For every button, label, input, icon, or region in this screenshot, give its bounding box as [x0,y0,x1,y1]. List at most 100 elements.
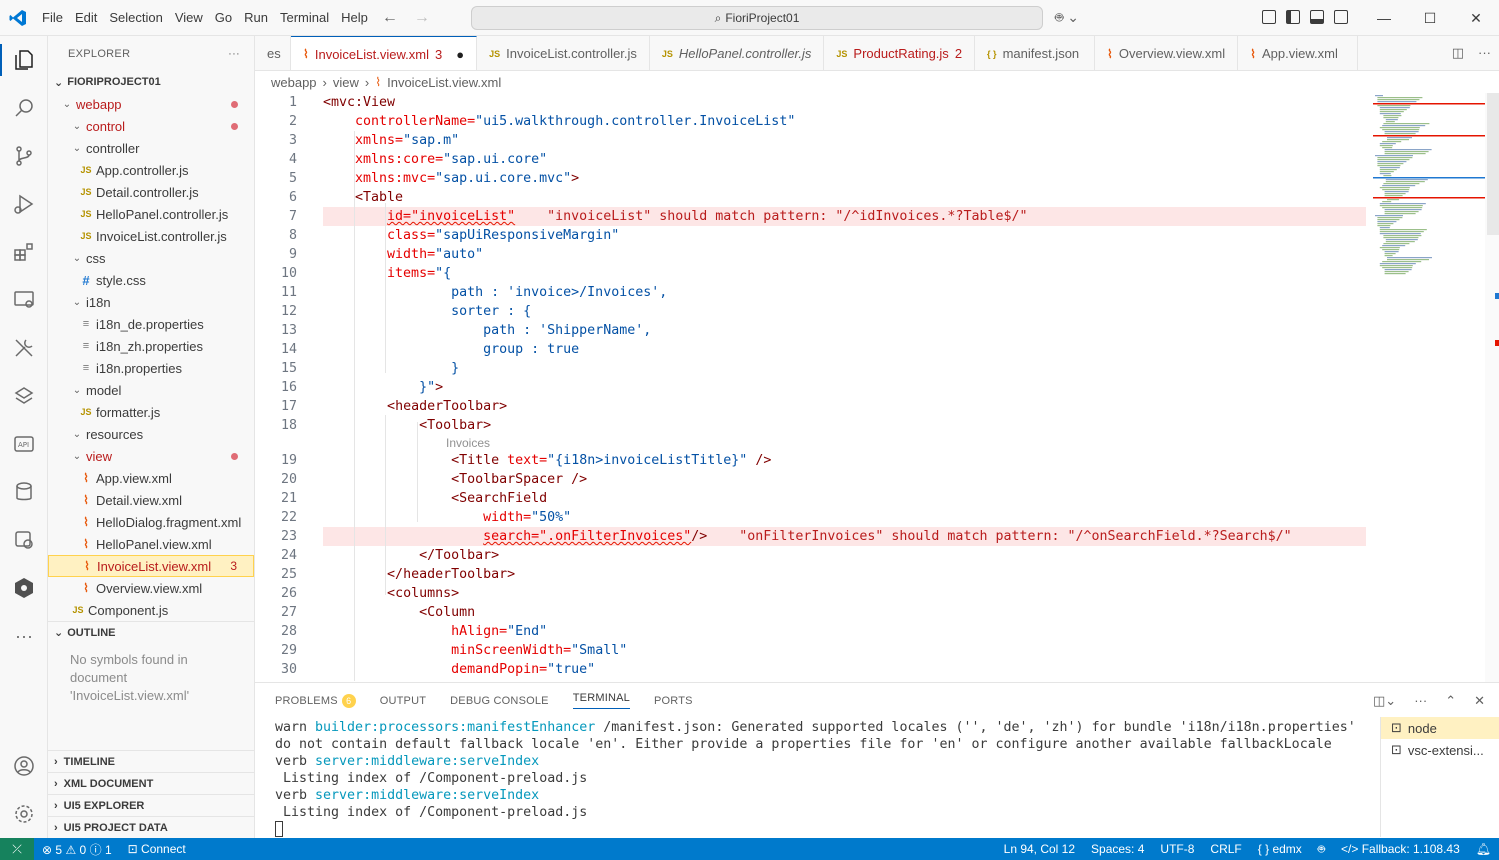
forward-arrow-icon[interactable]: → [414,9,430,27]
code-line[interactable]: 12 sorter : { [255,302,1366,321]
code-line[interactable]: 6 <Table [255,188,1366,207]
code-line[interactable]: 17 <headerToolbar> [255,397,1366,416]
tools-icon[interactable] [0,324,48,372]
folder-item[interactable]: ⌄ control [48,115,254,137]
code-line[interactable]: 9 width="auto" [255,245,1366,264]
code-line[interactable]: 27 <Column [255,603,1366,622]
eol-status[interactable]: CRLF [1202,842,1249,856]
menu-selection[interactable]: Selection [103,0,168,36]
codelens-hint[interactable]: Invoices [446,436,490,450]
file-item[interactable]: JS Component.js [48,599,254,621]
menu-help[interactable]: Help [335,0,374,36]
code-line[interactable]: 5 xmlns:mvc="sap.ui.core.mvc"> [255,169,1366,188]
code-line[interactable]: 16 }"> [255,378,1366,397]
tab-productrating-js[interactable]: JS ProductRating.js 2 [824,36,976,70]
code-line[interactable]: 29 minScreenWidth="Small" [255,641,1366,660]
cursor-position[interactable]: Ln 94, Col 12 [996,842,1083,856]
more-actions-icon[interactable]: ··· [228,48,240,60]
folder-item[interactable]: ⌄ resources [48,423,254,445]
tab-invoicelist-controller-js[interactable]: JS InvoiceList.controller.js [477,36,650,70]
file-item[interactable]: JS HelloPanel.controller.js [48,203,254,225]
copilot-icon[interactable]: 🤖︎ ⌄ [1055,8,1079,28]
code-line[interactable]: 24 </Toolbar> [255,546,1366,565]
code-line[interactable]: 4 xmlns:core="sap.ui.core" [255,150,1366,169]
copilot-status-icon[interactable]: 🤖︎ [1310,841,1333,858]
language-mode[interactable]: { } edmx [1250,842,1310,856]
maximize-icon[interactable]: ☐ [1407,0,1453,36]
api-icon[interactable]: API [0,420,48,468]
maximize-panel-icon[interactable]: ⌃ [1445,693,1456,709]
file-item[interactable]: ≡ i18n_de.properties [48,313,254,335]
notifications-bell-icon[interactable]: 🔔︎ [1468,842,1499,856]
panel-tab-output[interactable]: OUTPUT [380,695,426,707]
folder-item[interactable]: ⌄ model [48,379,254,401]
code-line[interactable]: 1 <mvc:View [255,93,1366,112]
problems-status[interactable]: ⊗ 5 ⚠ 0 ⓘ 1 [34,841,120,858]
file-item[interactable]: JS formatter.js [48,401,254,423]
file-item[interactable]: JS InvoiceList.controller.js [48,225,254,247]
file-item[interactable]: JS Detail.controller.js [48,181,254,203]
command-center-search[interactable]: ⌕ FioriProject01 [471,6,1043,30]
file-item[interactable]: ⌇ Overview.view.xml [48,577,254,599]
menu-terminal[interactable]: Terminal [274,0,335,36]
extensions-icon[interactable] [0,228,48,276]
breadcrumb-item[interactable]: InvoiceList.view.xml [387,75,501,90]
menu-run[interactable]: Run [238,0,274,36]
tab-manifest-json[interactable]: { } manifest.json [975,36,1096,70]
encoding-status[interactable]: UTF-8 [1152,842,1202,856]
search-icon[interactable] [0,84,48,132]
back-arrow-icon[interactable]: ← [382,9,398,27]
code-line[interactable]: 2 controllerName="ui5.walkthrough.contro… [255,112,1366,131]
connect-status[interactable]: ⊡ Connect [120,842,194,856]
account-icon[interactable] [0,742,48,790]
indentation-status[interactable]: Spaces: 4 [1083,842,1152,856]
code-line[interactable]: 10 items="{ [255,264,1366,283]
tab-es[interactable]: es [255,36,291,70]
toggle-panel-icon[interactable] [1310,10,1324,24]
section-ui5-project-data[interactable]: › UI5 PROJECT DATA [48,816,254,838]
code-line[interactable]: 22 width="50%" [255,508,1366,527]
menu-go[interactable]: Go [209,0,238,36]
section-timeline[interactable]: › TIMELINE [48,750,254,772]
breadcrumb-item[interactable]: view [333,75,359,90]
toggle-secondary-sidebar-icon[interactable] [1334,10,1348,24]
sap-fiori-icon[interactable] [0,564,48,612]
minimize-icon[interactable]: — [1361,0,1407,36]
menu-file[interactable]: File [36,0,69,36]
editor-scrollbar[interactable] [1485,93,1499,682]
more-icon[interactable]: ··· [0,612,48,660]
file-item[interactable]: # style.css [48,269,254,291]
code-line[interactable]: 23 search=".onFilterInvoices"/> "onFilte… [255,527,1366,546]
fallback-status[interactable]: </> Fallback: 1.108.43 [1333,842,1468,856]
code-line[interactable]: 8 class="sapUiResponsiveMargin" [255,226,1366,245]
close-panel-icon[interactable]: ✕ [1474,693,1485,709]
code-line[interactable]: 7 id="invoiceList" "invoiceList" should … [255,207,1366,226]
code-line[interactable]: 28 hAlign="End" [255,622,1366,641]
panel-tab-terminal[interactable]: TERMINAL [572,692,630,709]
file-item[interactable]: JS App.controller.js [48,159,254,181]
minimap[interactable] [1373,93,1485,682]
folder-item[interactable]: ⌄ controller [48,137,254,159]
deploy-icon[interactable] [0,372,48,420]
folder-item[interactable]: ⌄ css [48,247,254,269]
outline-section[interactable]: ⌄ OUTLINE [48,621,254,643]
code-line[interactable]: 11 path : 'invoice>/Invoices', [255,283,1366,302]
customize-layout-icon[interactable] [1262,10,1276,24]
menu-view[interactable]: View [169,0,209,36]
panel-tab-debug-console[interactable]: DEBUG CONSOLE [450,695,549,707]
folder-item[interactable]: ⌄ view [48,445,254,467]
file-item[interactable]: ⌇ InvoiceList.view.xml 3 [48,555,254,577]
code-line[interactable]: 26 <columns> [255,584,1366,603]
menu-edit[interactable]: Edit [69,0,103,36]
folder-item[interactable]: ⌄ i18n [48,291,254,313]
folder-item[interactable]: ⌄ webapp [48,93,254,115]
section-xml-document[interactable]: › XML DOCUMENT [48,772,254,794]
remote-explorer-icon[interactable] [0,276,48,324]
split-terminal-icon[interactable]: ◫⌄ [1373,693,1396,709]
panel-tab-problems[interactable]: PROBLEMS 6 [275,693,356,708]
code-editor[interactable]: 1 <mvc:View 2 controllerName="ui5.walkthro… [255,93,1499,682]
panel-tab-ports[interactable]: PORTS [654,695,693,707]
source-control-icon[interactable] [0,132,48,180]
tab-app-view-xml[interactable]: ⌇ App.view.xml [1238,36,1359,70]
remote-indicator-icon[interactable]: ⤫ [0,838,34,860]
